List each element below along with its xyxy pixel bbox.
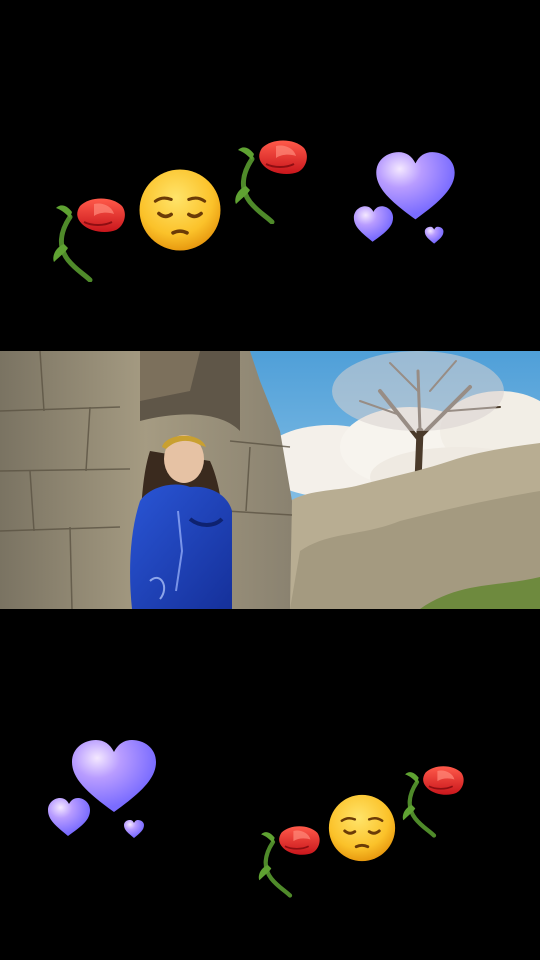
pensive-face-icon — [326, 792, 398, 864]
video-screen[interactable] — [0, 0, 540, 960]
rose-icon — [400, 760, 468, 838]
pensive-face-icon — [136, 166, 224, 254]
video-scene — [0, 351, 540, 609]
rose-icon — [232, 134, 312, 224]
purple-hearts-icon — [352, 144, 464, 248]
rose-icon — [256, 820, 324, 898]
rose-icon — [50, 192, 130, 282]
purple-hearts-icon — [46, 732, 166, 842]
video-frame[interactable] — [0, 351, 540, 609]
